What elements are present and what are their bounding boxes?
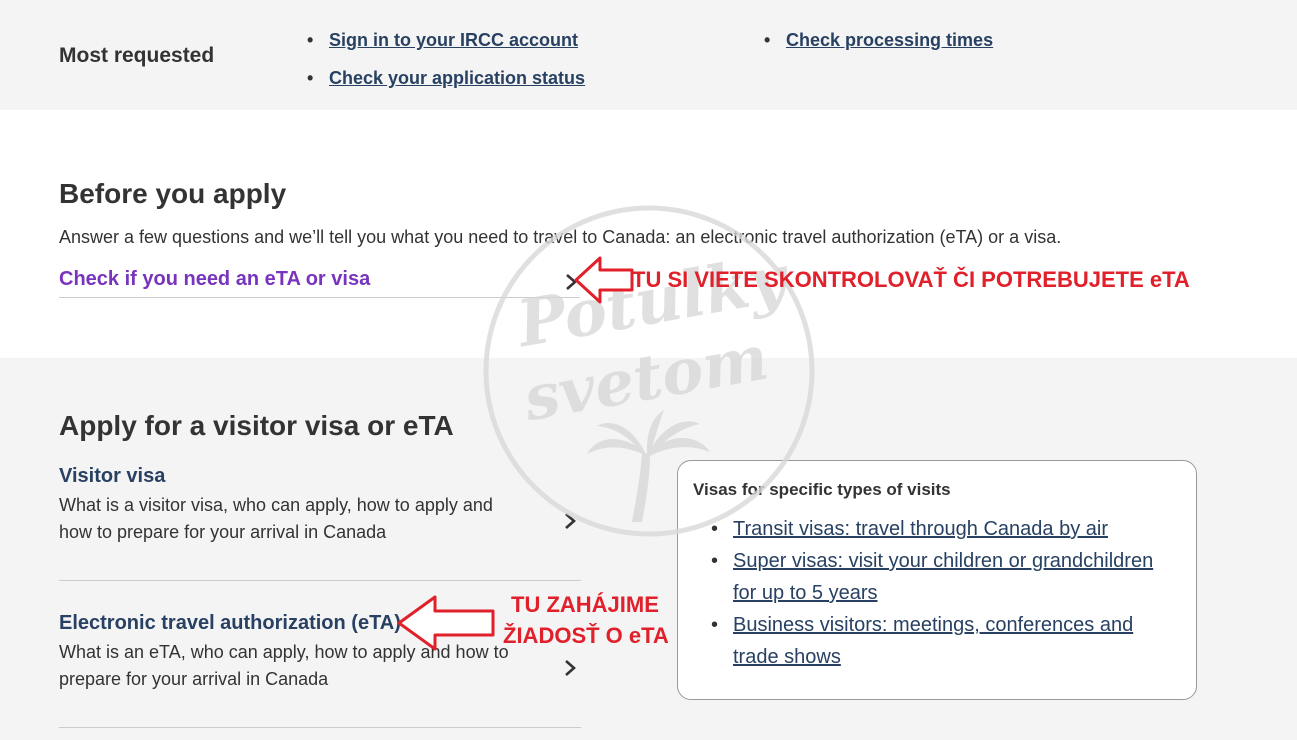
eta-title: Electronic travel authorization (eTA) (59, 612, 401, 634)
visitor-visa-card[interactable]: Visitor visa What is a visitor visa, who… (59, 465, 580, 575)
list-item: Sign in to your IRCC account (307, 21, 585, 59)
list-item: Transit visas: travel through Canada by … (711, 513, 1171, 545)
chevron-right-icon (563, 659, 577, 677)
specific-visas-box: Visas for specific types of visits Trans… (677, 460, 1197, 700)
before-apply-description: Answer a few questions and we’ll tell yo… (59, 227, 1062, 247)
check-eta-visa-link[interactable]: Check if you need an eTA or visa (59, 262, 580, 298)
transit-visas-link[interactable]: Transit visas: travel through Canada by … (733, 518, 1108, 540)
watermark-line1: Potulky (510, 241, 796, 363)
specific-visas-title: Visas for specific types of visits (693, 480, 951, 499)
list-item: Check your application status (307, 59, 585, 97)
specific-visas-list: Transit visas: travel through Canada by … (711, 513, 1171, 673)
red-arrow-icon (397, 594, 497, 657)
list-item: Business visitors: meetings, conferences… (711, 609, 1171, 673)
list-item: Super visas: visit your children or gran… (711, 545, 1171, 609)
check-annotation: TU SI VIETE SKONTROLOVAŤ ČI POTREBUJETE … (632, 267, 1190, 292)
most-requested-list: Sign in to your IRCC account Check your … (307, 21, 585, 97)
most-requested-title: Most requested (59, 44, 215, 67)
eta-card[interactable]: Electronic travel authorization (eTA) Wh… (59, 612, 580, 722)
visitor-visa-title: Visitor visa (59, 465, 166, 487)
most-requested-section: Most requested Sign in to your IRCC acco… (0, 0, 1297, 110)
most-requested-list-2: Check processing times (764, 21, 993, 59)
eta-annotation-line2: ŽIADOSŤ O eTA (503, 623, 669, 648)
divider (59, 580, 581, 581)
business-visitors-link[interactable]: Business visitors: meetings, conferences… (733, 614, 1133, 668)
apply-heading: Apply for a visitor visa or eTA (59, 410, 454, 441)
sign-in-link[interactable]: Sign in to your IRCC account (329, 30, 578, 50)
visitor-visa-description: What is a visitor visa, who can apply, h… (59, 495, 493, 542)
before-apply-heading: Before you apply (59, 178, 287, 209)
super-visas-link[interactable]: Super visas: visit your children or gran… (733, 550, 1153, 604)
list-item: Check processing times (764, 21, 993, 59)
apply-section: Apply for a visitor visa or eTA Visitor … (0, 358, 1297, 740)
eta-annotation-line1: TU ZAHÁJIME (511, 592, 659, 617)
processing-times-link[interactable]: Check processing times (786, 30, 993, 50)
application-status-link[interactable]: Check your application status (329, 68, 585, 88)
divider (59, 727, 581, 728)
chevron-right-icon (563, 512, 577, 530)
check-eta-visa-label: Check if you need an eTA or visa (59, 268, 371, 290)
red-arrow-icon (574, 255, 636, 310)
